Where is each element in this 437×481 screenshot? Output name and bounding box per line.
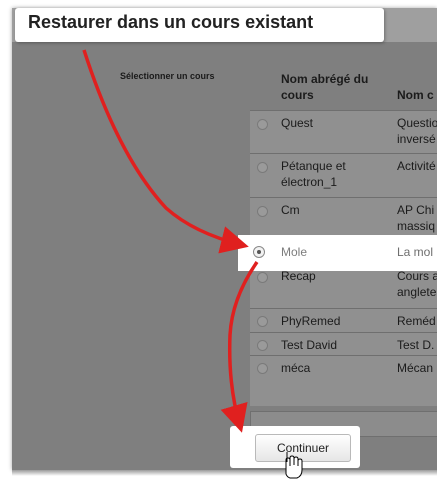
table-row[interactable]: Pétanque et électron_1 Activité [250, 153, 437, 198]
course-short-name-selected: Mole [281, 245, 308, 259]
course-short-name: méca [281, 361, 311, 375]
table-row[interactable]: Quest Questio inversé [250, 110, 437, 146]
page-title: Restaurer dans un cours existant [28, 12, 314, 32]
course-full-name: Questio inversé [397, 116, 437, 146]
course-full-name: Reméd [397, 314, 436, 328]
radio-button-selected[interactable] [253, 246, 265, 258]
course-short-name: Cm [281, 203, 300, 217]
course-short-name: Quest [281, 116, 314, 130]
course-full-name: Cours a anglete [397, 269, 437, 299]
table-row[interactable]: PhyRemed Reméd [250, 308, 437, 333]
course-full-name: AP Chi massiq [397, 203, 436, 233]
radio-button[interactable] [257, 119, 268, 130]
course-short-name: Pétanque et électron_1 [281, 159, 346, 189]
column-header-short-name[interactable]: Nom abrégé du cours [281, 71, 381, 103]
table-row[interactable]: Test David Test D. [250, 332, 437, 356]
table-row[interactable]: méca Mécan [250, 355, 437, 380]
course-short-name: Recap [281, 269, 316, 283]
course-short-name: Test David [281, 338, 338, 352]
select-course-label: Sélectionner un cours [120, 71, 215, 81]
radio-button[interactable] [257, 272, 268, 283]
radio-button[interactable] [257, 162, 268, 173]
course-full-name: Activité [397, 159, 436, 173]
table-row[interactable]: Cm AP Chi massiq [250, 197, 437, 236]
radio-button[interactable] [257, 206, 268, 217]
radio-button[interactable] [257, 340, 268, 351]
radio-button[interactable] [257, 316, 268, 327]
course-full-name-selected: La mol [397, 245, 434, 259]
continue-button[interactable]: Continuer [255, 434, 351, 462]
course-full-name: Mécan [397, 361, 434, 375]
table-row[interactable]: Recap Cours a anglete [250, 264, 437, 308]
course-short-name: PhyRemed [281, 314, 341, 328]
panel-shadow [12, 470, 437, 476]
course-full-name: Test D. [397, 338, 435, 352]
column-header-full-name[interactable]: Nom c [397, 87, 434, 103]
radio-button[interactable] [257, 363, 268, 374]
